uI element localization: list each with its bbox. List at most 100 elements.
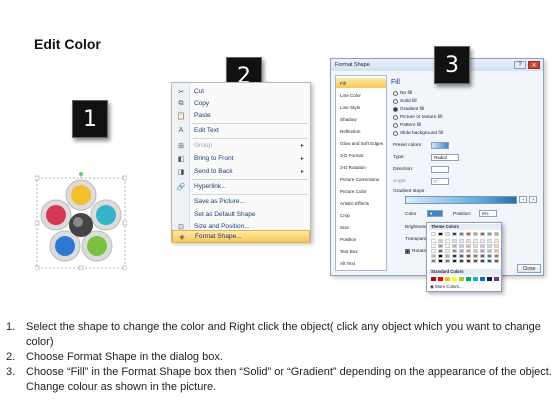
radio-picture-fill[interactable]: Picture or texture fill: [393, 115, 442, 120]
theme-color-swatch[interactable]: [459, 249, 464, 253]
radio-button[interactable]: [393, 107, 398, 112]
type-dropdown[interactable]: Radial: [431, 154, 459, 161]
radio-solid-fill[interactable]: Solid fill: [393, 99, 417, 104]
theme-color-swatch[interactable]: [466, 239, 471, 243]
theme-color-swatch[interactable]: [459, 232, 464, 236]
category-picture-color[interactable]: Picture Color: [336, 186, 386, 196]
menu-item-send-to-back[interactable]: ◨ Send to Back ▸: [172, 165, 310, 178]
theme-color-swatch[interactable]: [494, 244, 499, 248]
menu-item-save-as-picture[interactable]: Save as Picture...: [172, 195, 310, 208]
theme-color-swatch[interactable]: [487, 249, 492, 253]
theme-color-swatch[interactable]: [438, 244, 443, 248]
theme-color-swatch[interactable]: [487, 239, 492, 243]
theme-color-swatch[interactable]: [438, 259, 443, 263]
radio-gradient-fill[interactable]: Gradient fill: [393, 107, 424, 112]
theme-color-swatch[interactable]: [452, 254, 457, 258]
menu-item-paste[interactable]: 📋 Paste: [172, 109, 310, 122]
color-picker-button[interactable]: ▾: [427, 210, 443, 217]
theme-color-swatch[interactable]: [452, 249, 457, 253]
theme-color-swatch[interactable]: [452, 244, 457, 248]
menu-item-format-shape[interactable]: ◈ Format Shape...: [172, 230, 310, 243]
theme-color-swatch[interactable]: [494, 254, 499, 258]
flower-shape-selection[interactable]: [34, 170, 128, 271]
standard-color-swatch[interactable]: [438, 277, 443, 281]
category-artistic-effects[interactable]: Artistic Effects: [336, 198, 386, 208]
theme-color-swatch[interactable]: [459, 254, 464, 258]
theme-color-swatch[interactable]: [487, 244, 492, 248]
radio-no-fill[interactable]: No fill: [393, 91, 412, 96]
radio-button[interactable]: [393, 99, 398, 104]
radio-slide-background-fill[interactable]: Slide background fill: [393, 131, 443, 136]
remove-stop-icon[interactable]: ×: [529, 196, 537, 203]
theme-color-swatch[interactable]: [431, 254, 436, 258]
category-position[interactable]: Position: [336, 234, 386, 244]
theme-color-swatch[interactable]: [466, 259, 471, 263]
theme-color-swatch[interactable]: [494, 259, 499, 263]
theme-color-swatch[interactable]: [438, 249, 443, 253]
theme-color-swatch[interactable]: [494, 232, 499, 236]
standard-color-swatch[interactable]: [487, 277, 492, 281]
theme-color-swatch[interactable]: [459, 259, 464, 263]
theme-color-swatch[interactable]: [473, 249, 478, 253]
theme-color-swatch[interactable]: [473, 254, 478, 258]
theme-color-swatch[interactable]: [445, 249, 450, 253]
theme-color-swatch[interactable]: [487, 254, 492, 258]
theme-color-swatch[interactable]: [459, 244, 464, 248]
theme-color-swatch[interactable]: [466, 254, 471, 258]
theme-color-swatch[interactable]: [494, 239, 499, 243]
theme-color-swatch[interactable]: [438, 254, 443, 258]
category-fill[interactable]: Fill: [336, 78, 386, 88]
theme-color-swatch[interactable]: [466, 232, 471, 236]
category-glow[interactable]: Glow and Soft Edges: [336, 138, 386, 148]
close-icon[interactable]: ✕: [528, 61, 540, 69]
theme-color-swatch[interactable]: [445, 232, 450, 236]
preset-colors-dropdown[interactable]: [431, 142, 449, 149]
standard-color-swatch[interactable]: [494, 277, 499, 281]
theme-color-swatch[interactable]: [487, 259, 492, 263]
checkbox[interactable]: [405, 249, 410, 254]
theme-color-swatch[interactable]: [480, 232, 485, 236]
standard-color-swatch[interactable]: [480, 277, 485, 281]
theme-color-swatch[interactable]: [438, 232, 443, 236]
theme-color-swatch[interactable]: [445, 254, 450, 258]
menu-item-edit-text[interactable]: A Edit Text: [172, 124, 310, 137]
standard-color-swatch[interactable]: [459, 277, 464, 281]
theme-color-swatch[interactable]: [487, 232, 492, 236]
theme-color-swatch[interactable]: [431, 239, 436, 243]
radio-pattern-fill[interactable]: Pattern fill: [393, 123, 421, 128]
theme-color-swatch[interactable]: [431, 244, 436, 248]
category-3d-rotation[interactable]: 3-D Rotation: [336, 162, 386, 172]
theme-color-swatch[interactable]: [452, 232, 457, 236]
standard-color-swatch[interactable]: [466, 277, 471, 281]
theme-color-swatch[interactable]: [459, 239, 464, 243]
category-alt-text[interactable]: Alt Text: [336, 258, 386, 268]
theme-color-swatch[interactable]: [480, 239, 485, 243]
category-3d-format[interactable]: 3-D Format: [336, 150, 386, 160]
theme-color-swatch[interactable]: [445, 259, 450, 263]
theme-color-swatch[interactable]: [445, 239, 450, 243]
theme-color-swatch[interactable]: [431, 259, 436, 263]
rotate-checkbox[interactable]: Rotate: [405, 249, 426, 254]
theme-color-swatch[interactable]: [480, 249, 485, 253]
position-field[interactable]: 0%: [479, 210, 497, 217]
theme-color-swatch[interactable]: [473, 244, 478, 248]
theme-color-swatch[interactable]: [480, 254, 485, 258]
theme-color-swatch[interactable]: [494, 249, 499, 253]
theme-color-swatch[interactable]: [452, 239, 457, 243]
theme-color-swatch[interactable]: [466, 244, 471, 248]
standard-color-swatch[interactable]: [473, 277, 478, 281]
theme-color-swatch[interactable]: [445, 244, 450, 248]
theme-color-swatch[interactable]: [473, 239, 478, 243]
category-reflection[interactable]: Reflection: [336, 126, 386, 136]
standard-color-swatch[interactable]: [445, 277, 450, 281]
add-stop-icon[interactable]: +: [519, 196, 527, 203]
category-picture-corrections[interactable]: Picture Corrections: [336, 174, 386, 184]
theme-color-swatch[interactable]: [452, 259, 457, 263]
menu-item-bring-to-front[interactable]: ◧ Bring to Front ▸: [172, 152, 310, 165]
category-line-color[interactable]: Line Color: [336, 90, 386, 100]
theme-color-swatch[interactable]: [473, 232, 478, 236]
help-icon[interactable]: ?: [514, 61, 526, 69]
theme-color-swatch[interactable]: [431, 232, 436, 236]
standard-color-swatch[interactable]: [452, 277, 457, 281]
more-colors-link[interactable]: ◉ More Colors...: [430, 284, 463, 290]
